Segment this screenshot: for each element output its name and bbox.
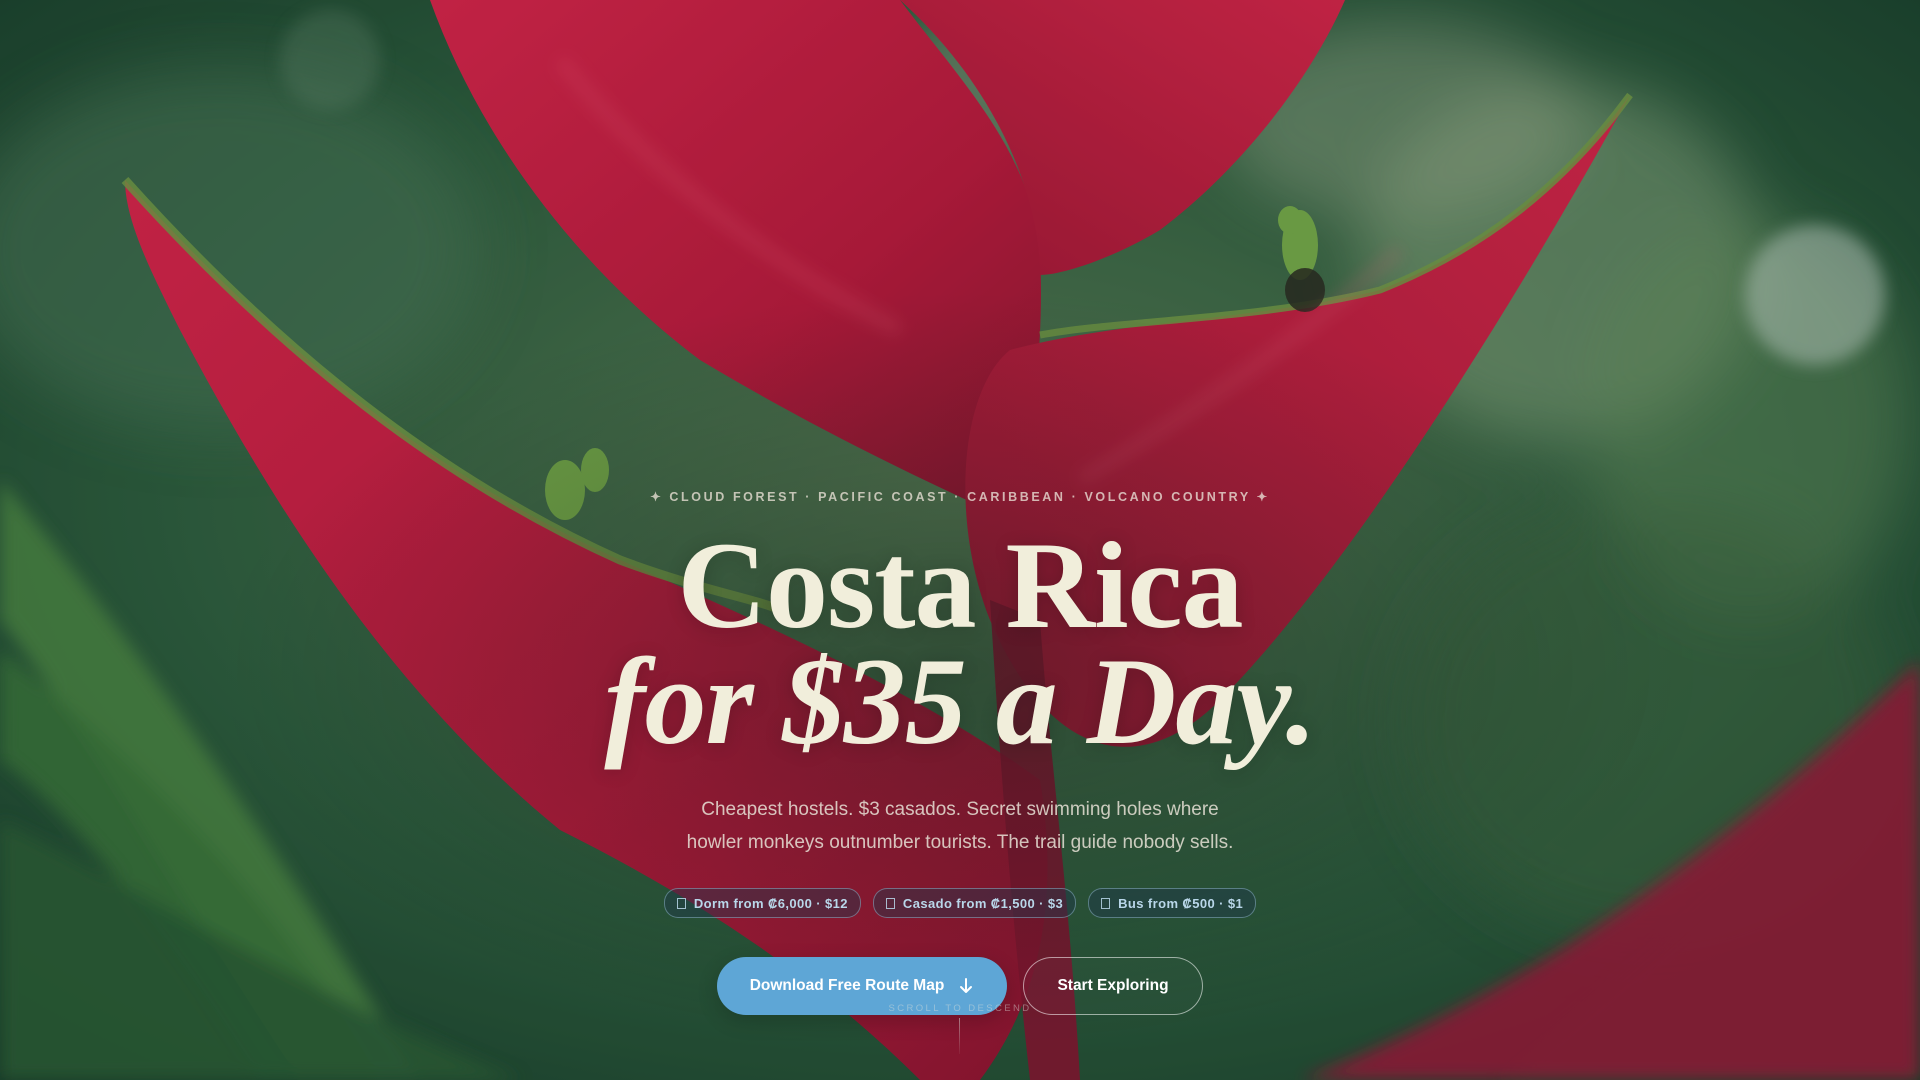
hero-subtitle-line1: Cheapest hostels. $3 casados. Secret swi…	[701, 799, 1219, 820]
price-pill-casado: Casado from ₡1,500 · $3	[872, 888, 1077, 918]
scroll-indicator-line	[959, 1018, 960, 1054]
price-pill-dorm: Dorm from ₡6,000 · $12	[663, 888, 861, 918]
scroll-hint: SCROLL TO DESCEND	[888, 1003, 1032, 1014]
hero-title-line1: Costa Rica	[677, 517, 1243, 654]
hero-title-line2: for $35 a Day.	[604, 633, 1317, 770]
bed-icon	[676, 897, 686, 909]
start-exploring-label: Start Exploring	[1057, 977, 1169, 994]
price-pill-label: Dorm from ₡6,000 · $12	[693, 895, 848, 911]
hero-eyebrow: ✦ CLOUD FOREST · PACIFIC COAST · CARIBBE…	[650, 490, 1270, 504]
hero-title: Costa Rica for $35 a Day.	[0, 524, 1920, 764]
food-icon	[885, 897, 895, 909]
arrow-down-icon	[960, 978, 973, 993]
price-pill-bus: Bus from ₡500 · $1	[1088, 888, 1257, 918]
price-pills: Dorm from ₡6,000 · $12 Casado from ₡1,50…	[0, 888, 1920, 918]
hero-section: ✦ CLOUD FOREST · PACIFIC COAST · CARIBBE…	[0, 0, 1920, 1080]
hero-subtitle: Cheapest hostels. $3 casados. Secret swi…	[0, 793, 1920, 859]
download-route-map-label: Download Free Route Map	[749, 977, 945, 994]
price-pill-label: Casado from ₡1,500 · $3	[902, 895, 1064, 911]
hero-subtitle-line2: howler monkeys outnumber tourists. The t…	[686, 832, 1234, 853]
bus-icon	[1101, 897, 1111, 909]
hero-content: ✦ CLOUD FOREST · PACIFIC COAST · CARIBBE…	[0, 0, 1920, 1080]
price-pill-label: Bus from ₡500 · $1	[1118, 895, 1244, 911]
